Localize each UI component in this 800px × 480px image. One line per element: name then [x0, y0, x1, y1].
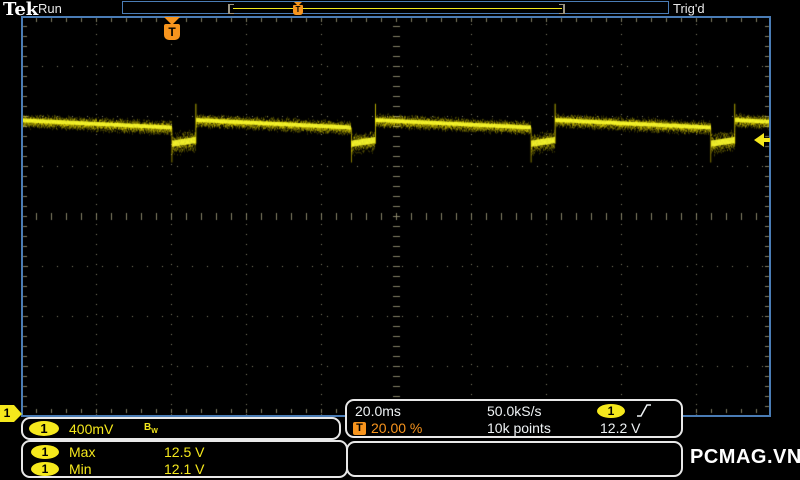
window-bracket-left-icon: [228, 4, 234, 14]
record-trigger-marker[interactable]: T: [292, 2, 304, 15]
measurements-readout: 1 Max 12.5 V 1 Min 12.1 V: [21, 440, 348, 478]
channel1-scale: 400mV: [69, 421, 114, 437]
record-window-line: [233, 8, 562, 9]
channel1-badge: 1: [31, 462, 59, 476]
oscilloscope-screen: Tek Run T Trig'd T 1 1 400mV BW 20.0ms 5…: [0, 0, 800, 480]
horizontal-trigger-readout: 20.0ms 50.0kS/s 1 T 20.00 % 10k points 1…: [345, 399, 683, 438]
channel1-position-arrow-icon: [14, 405, 22, 422]
channel1-badge: 1: [31, 445, 59, 459]
measurement-name: Max: [69, 444, 96, 460]
trigger-position-percent: 20.00 %: [371, 420, 423, 436]
channel1-position-label: 1: [0, 405, 14, 422]
trigger-source-badge: 1: [597, 404, 625, 418]
window-bracket-right-icon: [559, 4, 565, 14]
measurement-row-max: 1 Max 12.5 V: [23, 444, 346, 460]
pcmag-watermark: PCMAG.VN: [690, 446, 800, 468]
trigger-t-badge-icon: T: [353, 422, 366, 435]
trigger-status: Trig'd: [673, 1, 705, 16]
tek-logo: Tek: [3, 0, 39, 20]
menu-readout-empty: [346, 441, 683, 477]
channel1-position-marker[interactable]: 1: [0, 405, 22, 422]
trigger-level-arrow-tail: [764, 138, 770, 142]
measurement-value: 12.1 V: [164, 461, 205, 477]
measurement-value: 12.5 V: [164, 444, 205, 460]
measurement-row-min: 1 Min 12.1 V: [23, 461, 346, 477]
trigger-level-arrow-icon: [754, 133, 764, 147]
record-view-bar: T: [122, 1, 669, 15]
bandwidth-limit-icon: BW: [144, 422, 158, 435]
trigger-t-icon: T: [293, 5, 303, 15]
channel1-readout: 1 400mV BW: [21, 417, 341, 440]
trigger-level-marker[interactable]: [754, 133, 770, 147]
waveform-graticule: [21, 16, 771, 416]
record-length: 10k points: [487, 420, 551, 436]
measurement-name: Min: [69, 461, 92, 477]
trigger-position-t-icon: T: [164, 24, 180, 40]
timebase-scale: 20.0ms: [355, 403, 401, 419]
channel1-badge: 1: [29, 421, 59, 436]
trigger-level-value: 12.2 V: [600, 420, 641, 436]
acquisition-status: Run: [38, 1, 62, 16]
trigger-slope-rising-icon: [637, 404, 651, 417]
trigger-position-marker[interactable]: T: [164, 17, 180, 42]
sample-rate: 50.0kS/s: [487, 403, 542, 419]
